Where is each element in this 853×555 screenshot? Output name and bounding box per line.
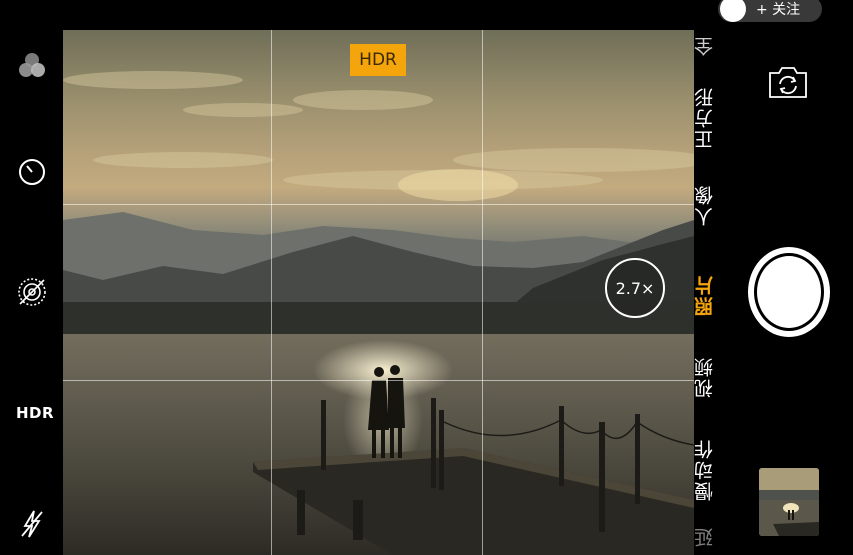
mode-photo[interactable]: 照片 [694, 270, 744, 320]
shutter-button[interactable] [747, 246, 831, 338]
flash-off-icon[interactable] [14, 506, 50, 542]
zoom-button[interactable]: 2.7× [605, 258, 665, 318]
follow-label: + 关注 [756, 2, 801, 18]
flip-camera-icon[interactable] [766, 64, 810, 100]
mode-square[interactable]: 正方形 [694, 82, 744, 154]
follow-button[interactable]: + 关注 [718, 0, 822, 22]
mode-selector: 全 正方形 人像 照片 视频 慢动作 延 [694, 30, 744, 555]
last-photo-thumbnail[interactable] [759, 468, 819, 536]
scene-image [63, 71, 694, 555]
grid-line-vertical-1 [271, 30, 272, 555]
mode-pano[interactable]: 全 [694, 32, 744, 60]
hdr-indicator-badge: HDR [350, 44, 406, 76]
avatar [720, 0, 746, 22]
grid-line-horizontal-1 [63, 204, 694, 205]
mode-slow-motion[interactable]: 慢动作 [694, 434, 744, 506]
timer-icon[interactable] [14, 153, 50, 189]
mode-portrait[interactable]: 人像 [694, 180, 744, 230]
live-photo-off-icon[interactable] [14, 274, 50, 310]
grid-line-vertical-2 [482, 30, 483, 555]
hdr-toggle[interactable]: HDR [16, 404, 54, 422]
left-toolbar: HDR [0, 0, 63, 555]
grid-line-horizontal-2 [63, 380, 694, 381]
camera-viewfinder[interactable]: HDR 2.7× [63, 30, 694, 555]
mode-timelapse[interactable]: 延 [694, 522, 744, 552]
filters-icon[interactable] [14, 48, 50, 84]
mode-video[interactable]: 视频 [694, 352, 744, 402]
